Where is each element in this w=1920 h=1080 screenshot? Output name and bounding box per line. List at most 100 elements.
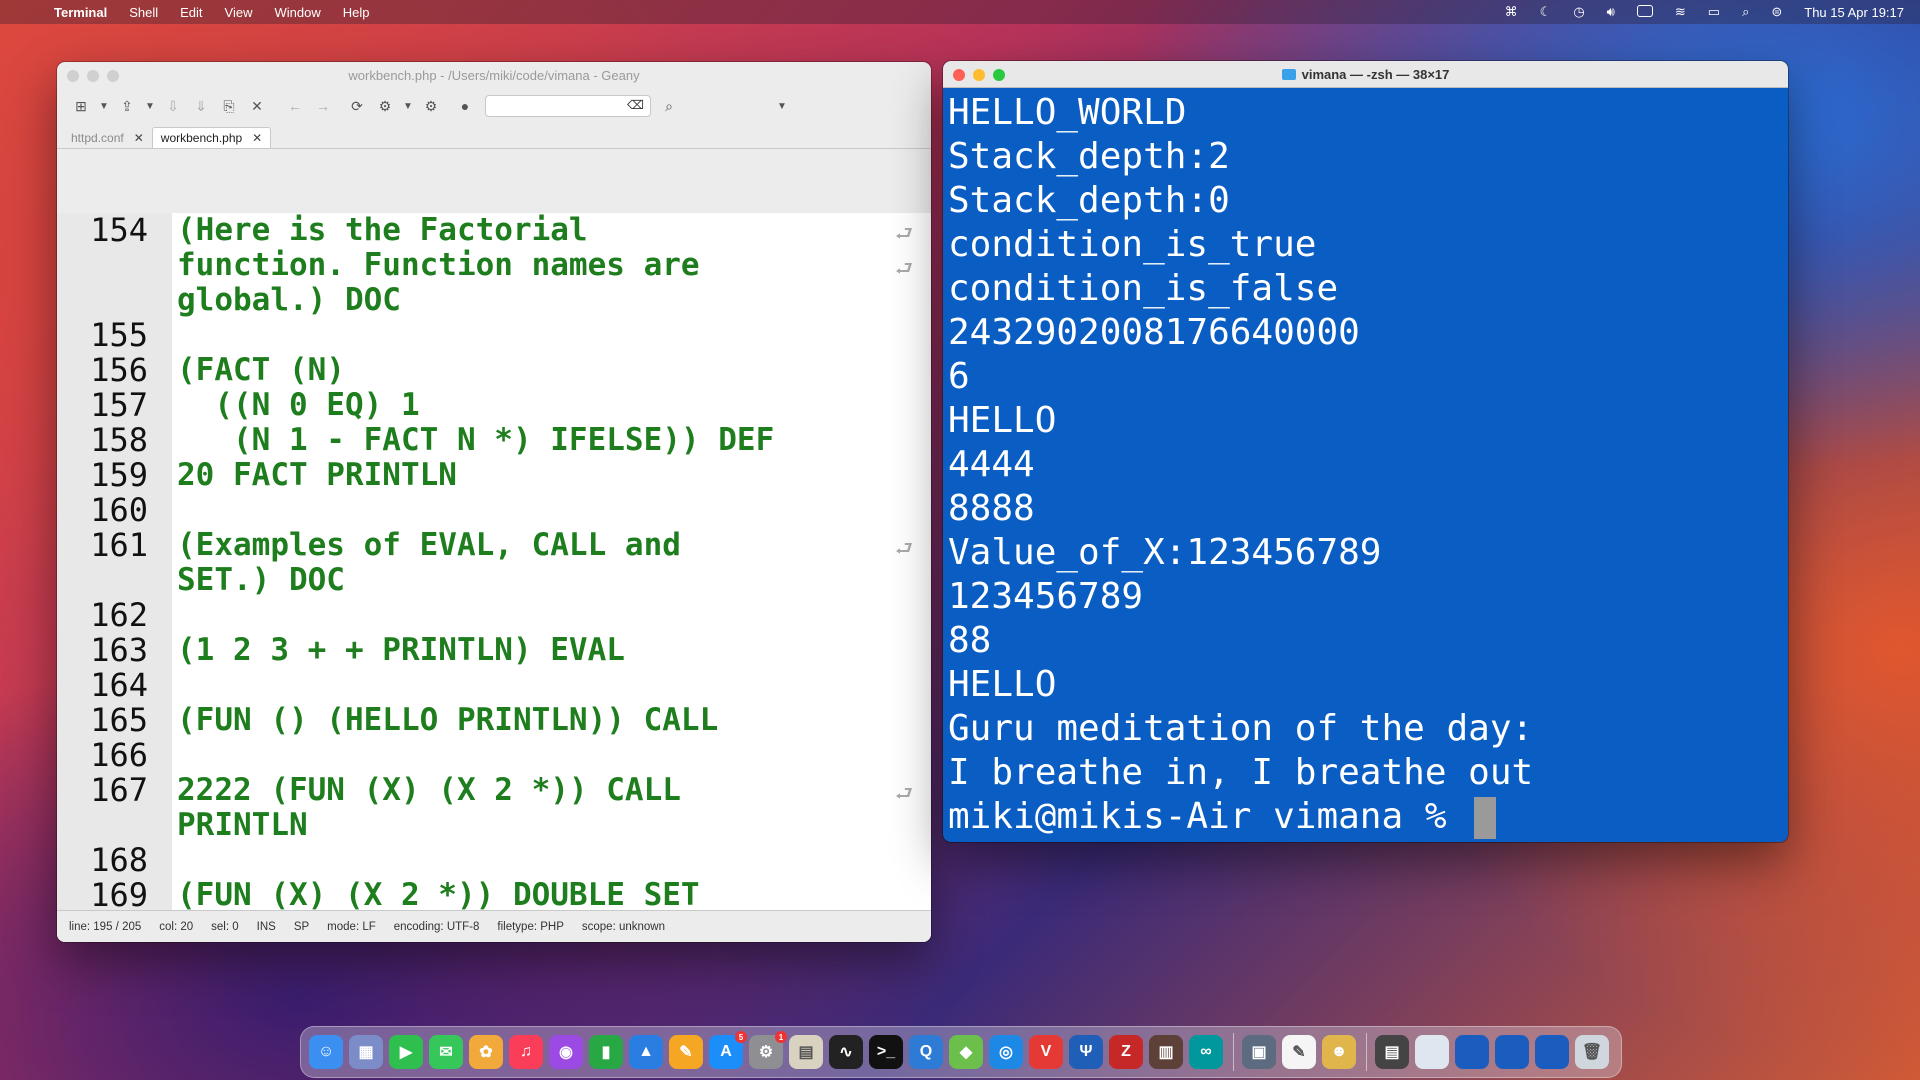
dock-window-thumb-4-icon[interactable] — [1535, 1035, 1569, 1069]
time-machine-icon[interactable]: ◷ — [1573, 4, 1584, 20]
code-editor[interactable]: 154 155 156 157 158 159 160 161 162 163 164 165 166 1… — [57, 213, 931, 942]
wifi-icon[interactable]: ≋ — [1675, 4, 1686, 20]
close-file-icon[interactable]: ✕ — [243, 98, 271, 115]
dock-stack-folder-icon[interactable]: ▤ — [1375, 1035, 1409, 1069]
menu-app-name[interactable]: Terminal — [54, 5, 107, 20]
reload-icon[interactable]: ⟳ — [343, 98, 371, 115]
dock-window-thumb-1-icon[interactable] — [1415, 1035, 1449, 1069]
close-button[interactable] — [67, 70, 79, 82]
open-file-icon[interactable]: ⇪ — [113, 98, 141, 115]
color-picker-icon[interactable]: ● — [451, 98, 479, 114]
line-number — [57, 248, 172, 283]
battery-icon[interactable] — [1636, 4, 1653, 20]
save-icon[interactable]: ⇩ — [159, 98, 187, 115]
dock-facetime-icon[interactable]: ▶ — [389, 1035, 423, 1069]
dock-filezilla-icon[interactable]: Z — [1109, 1035, 1143, 1069]
menu-window[interactable]: Window — [275, 5, 321, 20]
build-dropdown-icon[interactable]: ▼ — [399, 101, 417, 112]
code-line: (1 2 3 + + PRINTLN) EVAL — [177, 632, 625, 668]
dock-safari-icon[interactable]: ◎ — [989, 1035, 1023, 1069]
dock-vivaldi-icon[interactable]: V — [1029, 1035, 1063, 1069]
terminal-prompt-line[interactable]: miki@mikis-Air vimana % — [948, 795, 1788, 839]
menu-edit[interactable]: Edit — [180, 5, 202, 20]
code-text-area[interactable]: (Here is the Factorial ⮐ function. Functio… — [172, 213, 931, 943]
dock-podcasts-icon[interactable]: ◉ — [549, 1035, 583, 1069]
minimize-button[interactable] — [87, 70, 99, 82]
line-number: 164 — [90, 666, 148, 704]
line-number: 158 — [90, 421, 148, 459]
tab-close-icon[interactable]: ✕ — [252, 131, 262, 145]
toolbar-overflow-icon[interactable]: ▼ — [773, 101, 791, 112]
dock-arduino-icon[interactable]: ∞ — [1189, 1035, 1223, 1069]
menu-help[interactable]: Help — [343, 5, 370, 20]
open-dropdown-icon[interactable]: ▼ — [141, 101, 159, 112]
dock-system-preferences-icon[interactable]: ⚙ 1 — [749, 1031, 787, 1069]
dock-screen-sharing-icon[interactable]: ▣ — [1242, 1035, 1276, 1069]
zoom-button[interactable] — [107, 70, 119, 82]
terminal-output-line: condition_is_false — [948, 268, 1339, 309]
terminal-output-line: Guru meditation of the day: — [948, 708, 1534, 749]
dock-app-store-icon[interactable]: A5 — [709, 1031, 747, 1069]
build-gear-icon[interactable]: ⚙ — [371, 98, 399, 115]
save-all-icon[interactable]: ⇓ — [187, 98, 215, 115]
terminal-output-line: condition_is_true — [948, 224, 1317, 265]
geany-traffic-lights — [67, 70, 119, 82]
volume-icon[interactable]: 🔊︎ — [1607, 4, 1615, 20]
terminal-output-line: 8888 — [948, 488, 1035, 529]
dock-trash-icon[interactable]: 🗑 — [1575, 1035, 1609, 1069]
dock-books-icon[interactable]: ▥ — [1149, 1035, 1183, 1069]
revert-icon[interactable]: ⎘ — [215, 98, 243, 115]
line-number: 169 — [90, 876, 148, 914]
status-encoding: encoding: UTF-8 — [393, 920, 480, 933]
terminal-output-line: 4444 — [948, 444, 1035, 485]
new-file-icon[interactable]: ⊞ — [67, 98, 95, 115]
line-number — [57, 283, 172, 318]
code-line: (FUN (X) (X 2 *)) DOUBLE SET — [177, 877, 700, 913]
dock-window-thumb-2-icon[interactable] — [1455, 1035, 1489, 1069]
control-center-icon[interactable]: ⊜ — [1771, 4, 1782, 20]
dock-music-icon[interactable]: ♫ — [509, 1035, 543, 1069]
back-icon[interactable]: ← — [281, 98, 309, 114]
dock-numbers-icon[interactable]: ▮ — [589, 1035, 623, 1069]
dock-quicktime-icon[interactable]: Q — [909, 1035, 943, 1069]
tab-workbench-php[interactable]: workbench.php ✕ — [151, 127, 272, 148]
forward-icon[interactable]: → — [309, 98, 337, 114]
search-input[interactable]: ⌫ — [485, 95, 651, 117]
dock-preview-icon[interactable]: ▤ — [789, 1035, 823, 1069]
dock-keynote-icon[interactable]: ▲ — [629, 1035, 663, 1069]
close-button[interactable] — [953, 69, 965, 81]
dock-terminal-icon[interactable]: >_ — [869, 1035, 903, 1069]
dock-pages-icon[interactable]: ✎ — [669, 1035, 703, 1069]
menu-view[interactable]: View — [225, 5, 253, 20]
dock-finder-icon[interactable]: ☺ — [309, 1035, 343, 1069]
tab-httpd-conf[interactable]: httpd.conf ✕ — [63, 128, 152, 148]
moon-icon[interactable]: ☾ — [1540, 4, 1552, 20]
menu-shell[interactable]: Shell — [129, 5, 158, 20]
dock-messages-icon[interactable]: ✉ — [429, 1035, 463, 1069]
menu-clock[interactable]: Thu 15 Apr 19:17 — [1804, 5, 1904, 20]
dock-photos-icon[interactable]: ✿ — [469, 1035, 503, 1069]
zoom-button[interactable] — [993, 69, 1005, 81]
dock-launchpad-icon[interactable]: ▦ — [349, 1035, 383, 1069]
new-dropdown-icon[interactable]: ▼ — [95, 101, 113, 112]
execute-icon[interactable]: ⚙ — [417, 98, 445, 115]
control-center-app-icon[interactable]: ⌘ — [1505, 4, 1518, 20]
dock-activity-monitor-icon[interactable]: ∿ — [829, 1035, 863, 1069]
folder-icon — [1281, 68, 1296, 80]
dock-android-studio-icon[interactable]: ◆ — [949, 1035, 983, 1069]
code-line: (N 1 - FACT N *) IFELSE)) DEF — [177, 422, 775, 458]
terminal-output[interactable]: HELLO_WORLD Stack_depth:2 Stack_depth:0 con… — [943, 88, 1788, 839]
search-icon[interactable]: ⌕ — [655, 98, 683, 115]
dock-window-thumb-3-icon[interactable] — [1495, 1035, 1529, 1069]
dock-textedit-icon[interactable]: ✎ — [1282, 1035, 1316, 1069]
terminal-output-line: Stack_depth:0 — [948, 180, 1230, 221]
dock-scripteditor-icon[interactable]: ☻ — [1322, 1035, 1356, 1069]
dock-sourcetree-icon[interactable]: Ψ — [1069, 1035, 1103, 1069]
clear-search-icon[interactable]: ⌫ — [627, 98, 644, 112]
spotlight-search-icon[interactable]: ⌕ — [1742, 4, 1749, 20]
terminal-output-line: HELLO_WORLD — [948, 92, 1187, 133]
display-icon[interactable]: ▭ — [1708, 4, 1720, 20]
tab-close-icon[interactable]: ✕ — [134, 131, 144, 145]
minimize-button[interactable] — [973, 69, 985, 81]
